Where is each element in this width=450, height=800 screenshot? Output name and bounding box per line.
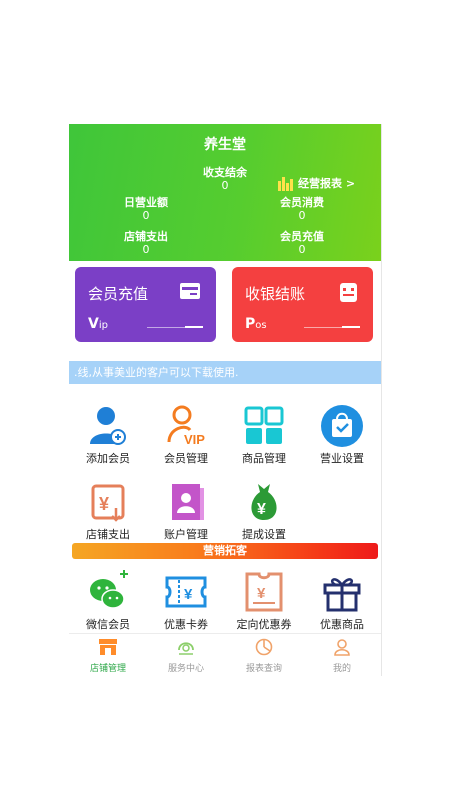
product-management-label: 商品管理: [242, 452, 286, 465]
svg-text:¥: ¥: [257, 501, 266, 518]
member-recharge-card[interactable]: 会员充值 Vip: [75, 267, 216, 342]
account-management-label: 账户管理: [164, 528, 208, 541]
tab-report-query[interactable]: 报表查询: [225, 638, 303, 674]
cash-balance-value: 0: [221, 179, 229, 192]
cash-balance-label: 收支结余: [203, 166, 247, 179]
store-expense-label: 店铺支出: [86, 528, 130, 541]
coupon-ticket-icon: ¥: [165, 576, 207, 608]
tab-mine-label: 我的: [332, 664, 351, 674]
member-management-label: 会员管理: [164, 452, 208, 465]
discount-card-label: 优惠卡券: [164, 618, 208, 631]
svg-text:¥: ¥: [257, 585, 266, 602]
svg-text:VIP: VIP: [184, 432, 205, 447]
checkout-card[interactable]: 收银结账 Pos: [232, 267, 373, 342]
business-report-label: 经营报表 >: [298, 177, 356, 190]
discount-product-label: 优惠商品: [320, 618, 364, 631]
store-expense-label: 店铺支出: [124, 230, 168, 243]
wechat-member-button[interactable]: 微信会员: [69, 570, 147, 632]
product-management-button[interactable]: 商品管理: [225, 404, 303, 466]
card-icon: [180, 283, 200, 299]
member-recharge-card-title: 会员充值: [88, 285, 149, 303]
business-settings-label: 营业设置: [320, 452, 364, 465]
wechat-icon: [90, 570, 128, 609]
svg-text:¥: ¥: [184, 586, 193, 603]
member-consumption-value: 0: [298, 209, 306, 222]
bar-chart-icon: [278, 177, 293, 191]
card-underline: [304, 326, 360, 328]
member-recharge-value: 0: [298, 243, 306, 256]
store-name: 养生堂: [204, 137, 246, 153]
wechat-member-label: 微信会员: [86, 618, 130, 631]
add-member-button[interactable]: 添加会员: [69, 404, 147, 466]
commission-settings-button[interactable]: ¥ 提成设置: [225, 480, 303, 542]
commission-settings-label: 提成设置: [242, 528, 286, 541]
add-member-label: 添加会员: [86, 452, 130, 465]
daily-revenue-label: 日营业额: [124, 196, 168, 209]
store-icon: [99, 639, 117, 655]
money-bag-icon: ¥: [251, 484, 277, 520]
account-management-button[interactable]: 账户管理: [147, 480, 225, 542]
voucher-icon: ¥: [245, 572, 283, 612]
pos-label: Pos: [245, 316, 267, 332]
business-report-link[interactable]: 经营报表 >: [277, 175, 355, 191]
grid-apps-icon: [244, 406, 284, 444]
marketing-section-header: 营销拓客: [72, 543, 378, 559]
member-recharge-label: 会员充值: [280, 230, 324, 243]
bottom-tab-bar: 店铺管理 服务中心 报表查询 我的: [69, 633, 381, 676]
store-expense-value: 0: [142, 243, 150, 256]
discount-card-button[interactable]: ¥ 优惠卡券: [147, 570, 225, 632]
notice-banner: .线,从事美业的客户可以下载使用.: [69, 361, 381, 384]
app-screen: 养生堂 收支结余 0 经营报表 > 日营业额 0 会员消费 0 店铺支出 0 会…: [69, 124, 382, 676]
expense-bill-icon: ¥: [91, 484, 125, 522]
cashier-icon: [340, 283, 357, 302]
tab-store-label: 店铺管理: [89, 664, 126, 674]
service-icon: [178, 642, 194, 655]
gift-box-icon: [323, 578, 361, 612]
vip-member-icon: VIP: [167, 405, 205, 447]
store-expense-button[interactable]: ¥ 店铺支出: [69, 480, 147, 542]
vip-label: Vip: [88, 316, 108, 332]
discount-product-button[interactable]: 优惠商品: [303, 570, 381, 632]
tab-store-management[interactable]: 店铺管理: [69, 638, 147, 674]
member-management-button[interactable]: VIP 会员管理: [147, 404, 225, 466]
shopping-bag-icon: [321, 405, 363, 447]
tab-service-label: 服务中心: [167, 664, 204, 674]
tab-service-center[interactable]: 服务中心: [147, 638, 225, 674]
pie-chart-icon: [255, 638, 273, 656]
daily-revenue-value: 0: [142, 209, 150, 222]
tab-report-label: 报表查询: [245, 664, 282, 674]
svg-text:¥: ¥: [99, 494, 109, 514]
checkout-card-title: 收银结账: [245, 285, 306, 303]
account-book-icon: [172, 484, 204, 520]
add-user-icon: [90, 407, 126, 445]
targeted-coupon-label: 定向优惠券: [236, 618, 292, 631]
user-icon: [334, 639, 350, 656]
targeted-coupon-button[interactable]: ¥ 定向优惠券: [225, 570, 303, 632]
card-underline: [147, 326, 203, 328]
business-settings-button[interactable]: 营业设置: [303, 404, 381, 466]
summary-header: 养生堂 收支结余 0 经营报表 > 日营业额 0 会员消费 0 店铺支出 0 会…: [69, 124, 381, 261]
member-consumption-label: 会员消费: [280, 196, 324, 209]
tab-mine[interactable]: 我的: [303, 638, 381, 674]
